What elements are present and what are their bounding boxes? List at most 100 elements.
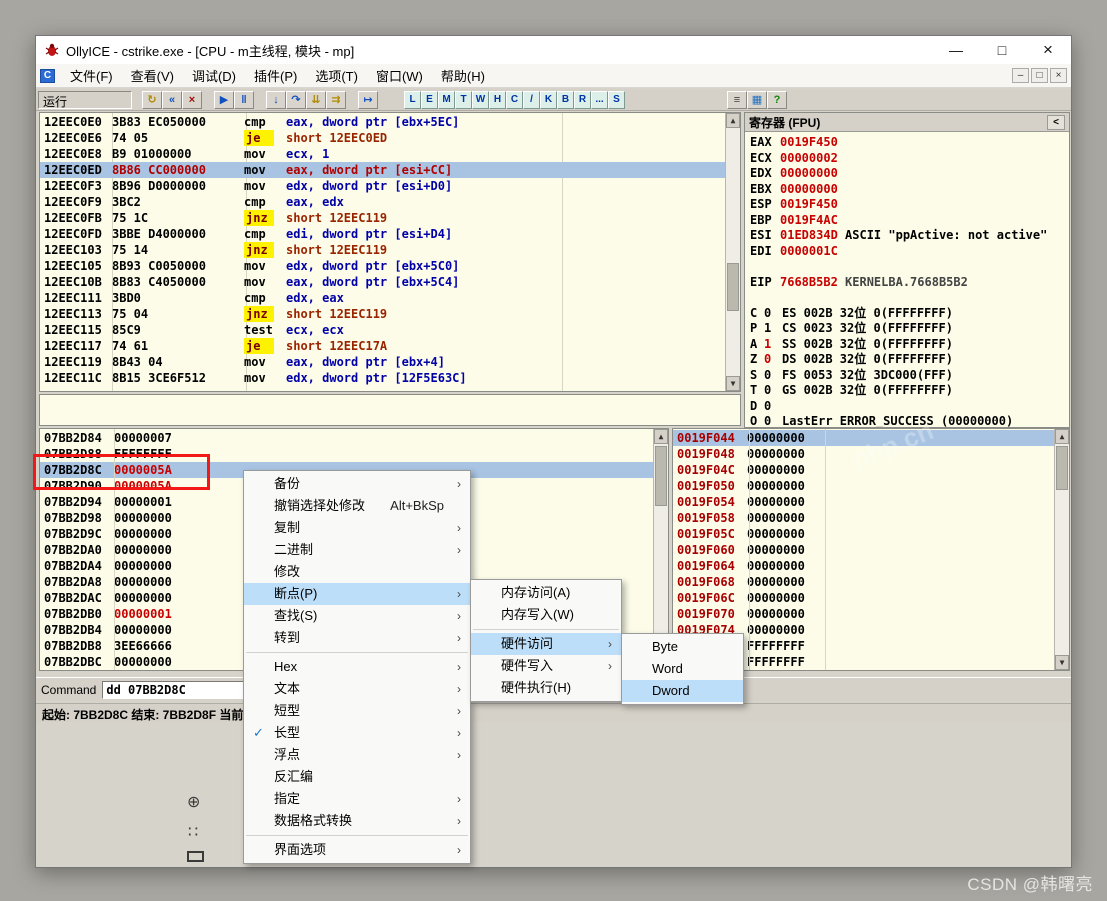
- register-row[interactable]: ESI01ED834D ASCII "ppActive: not active": [750, 228, 1064, 244]
- disasm-row[interactable]: 12EEC0FB75 1Cjnzshort 12EEC119: [40, 210, 740, 226]
- stack-scrollbar[interactable]: ▲ ▼: [1054, 429, 1069, 670]
- disasm-row[interactable]: 12EEC0E8B9 01000000movecx, 1: [40, 146, 740, 162]
- breakpoint-menu-item[interactable]: 内存写入(W): [471, 604, 621, 626]
- hardware-menu-item[interactable]: Word: [622, 658, 743, 680]
- rectangle-tool-icon[interactable]: [187, 851, 204, 862]
- register-row[interactable]: EBP0019F4AC: [750, 213, 1064, 229]
- disasm-row[interactable]: 12EEC0E674 05jeshort 12EEC0ED: [40, 130, 740, 146]
- mdi-minimize-button[interactable]: –: [1012, 68, 1029, 83]
- toolbar-r-button[interactable]: R: [574, 91, 591, 109]
- menubar-item[interactable]: 选项(T): [306, 64, 367, 87]
- breakpoint-menu-item[interactable]: 内存访问(A): [471, 582, 621, 604]
- crosshair-icon[interactable]: ⊕: [187, 792, 200, 812]
- help-icon[interactable]: ?: [767, 91, 787, 109]
- breakpoint-menu-item[interactable]: 硬件访问›: [471, 633, 621, 655]
- scroll-up-icon[interactable]: ▲: [654, 429, 668, 444]
- pause-icon[interactable]: ‖: [234, 91, 254, 109]
- execute-till-return-icon[interactable]: ↦: [358, 91, 378, 109]
- stack-row[interactable]: 0019F05000000000: [673, 478, 1069, 494]
- dump-row[interactable]: 07BB2D8400000007: [40, 430, 668, 446]
- register-row[interactable]: ESP0019F450: [750, 197, 1064, 213]
- toolbar-m-button[interactable]: M: [438, 91, 455, 109]
- context-menu-item[interactable]: 复制›: [244, 517, 470, 539]
- mdi-restore-button[interactable]: □: [1031, 68, 1048, 83]
- play-icon[interactable]: ▶: [214, 91, 234, 109]
- disasm-row[interactable]: 12EEC0F38B96 D0000000movedx, dword ptr […: [40, 178, 740, 194]
- register-row[interactable]: EDI0000001C: [750, 244, 1064, 260]
- breakpoint-menu-item[interactable]: 硬件写入›: [471, 655, 621, 677]
- flag-row[interactable]: C0ES 002B 32位 0(FFFFFFFF): [750, 306, 1064, 322]
- disasm-row[interactable]: 12EEC1113BD0cmpedx, eax: [40, 290, 740, 306]
- context-menu-item[interactable]: 反汇编: [244, 766, 470, 788]
- title-bar[interactable]: OllyICE - cstrike.exe - [CPU - m主线程, 模块 …: [36, 36, 1071, 64]
- stack-row[interactable]: 0019F06C00000000: [673, 590, 1069, 606]
- menubar-item[interactable]: 调试(D): [183, 64, 245, 87]
- toolbar-s-button[interactable]: S: [608, 91, 625, 109]
- context-menu-item[interactable]: 断点(P)›: [244, 583, 470, 605]
- toolbar-runtrace-button[interactable]: ...: [591, 91, 608, 109]
- context-menu-item[interactable]: 撤销选择处修改Alt+BkSp: [244, 495, 470, 517]
- register-row[interactable]: ECX00000002: [750, 151, 1064, 167]
- hardware-menu-item[interactable]: Byte: [622, 636, 743, 658]
- context-menu-item[interactable]: 二进制›: [244, 539, 470, 561]
- close-button[interactable]: ×: [1025, 40, 1071, 60]
- context-menu-item[interactable]: 转到›: [244, 627, 470, 649]
- toolbar-e-button[interactable]: E: [421, 91, 438, 109]
- appearance-icon[interactable]: ▦: [747, 91, 767, 109]
- registers-pane[interactable]: 寄存器 (FPU) < EAX0019F450ECX00000002EDX000…: [744, 112, 1070, 428]
- disasm-row[interactable]: 12EEC0FD3BBE D4000000cmpedi, dword ptr […: [40, 226, 740, 242]
- menubar-item[interactable]: 帮助(H): [432, 64, 494, 87]
- flag-row[interactable]: S0FS 0053 32位 3DC000(FFF): [750, 368, 1064, 384]
- flag-row[interactable]: T0GS 002B 32位 0(FFFFFFFF): [750, 383, 1064, 399]
- animate-over-icon[interactable]: ⇉: [326, 91, 346, 109]
- context-menu-item[interactable]: 界面选项›: [244, 839, 470, 861]
- menubar-item[interactable]: 插件(P): [245, 64, 306, 87]
- menubar-item[interactable]: 查看(V): [122, 64, 183, 87]
- disasm-row[interactable]: 12EEC1058B93 C0050000movedx, dword ptr […: [40, 258, 740, 274]
- stack-row[interactable]: 0019F06000000000: [673, 542, 1069, 558]
- context-menu-item[interactable]: Hex›: [244, 656, 470, 678]
- disasm-row[interactable]: 12EEC1198B43 04moveax, dword ptr [ebx+4]: [40, 354, 740, 370]
- context-menu-item[interactable]: 文本›: [244, 678, 470, 700]
- context-menu-item[interactable]: 修改: [244, 561, 470, 583]
- scroll-down-icon[interactable]: ▼: [1055, 655, 1069, 670]
- toolbar-b-button[interactable]: B: [557, 91, 574, 109]
- flag-row[interactable]: P1CS 0023 32位 0(FFFFFFFF): [750, 321, 1064, 337]
- stack-row[interactable]: 0019F05800000000: [673, 510, 1069, 526]
- context-menu-item[interactable]: 数据格式转换›: [244, 810, 470, 832]
- disasm-row[interactable]: 12EEC11774 61jeshort 12EEC17A: [40, 338, 740, 354]
- context-menu-item[interactable]: 查找(S)›: [244, 605, 470, 627]
- flag-row[interactable]: D0: [750, 399, 1064, 415]
- disasm-row[interactable]: 12EEC11C8B15 3CE6F512movedx, dword ptr […: [40, 370, 740, 386]
- disasm-row[interactable]: 12EEC0F93BC2cmpeax, edx: [40, 194, 740, 210]
- registers-collapse-button[interactable]: <: [1047, 115, 1065, 130]
- mdi-close-button[interactable]: ×: [1050, 68, 1067, 83]
- animate-into-icon[interactable]: ⇊: [306, 91, 326, 109]
- maximize-button[interactable]: □: [979, 42, 1025, 58]
- context-menu-item[interactable]: ✓长型›: [244, 722, 470, 744]
- restart-icon[interactable]: ↻: [142, 91, 162, 109]
- context-menu-item[interactable]: 短型›: [244, 700, 470, 722]
- context-menu-item[interactable]: 指定›: [244, 788, 470, 810]
- toolbar-t-button[interactable]: T: [455, 91, 472, 109]
- info-pane[interactable]: [39, 394, 741, 426]
- disasm-row[interactable]: 12EEC10B8B83 C4050000moveax, dword ptr […: [40, 274, 740, 290]
- stack-row[interactable]: 0019F06800000000: [673, 574, 1069, 590]
- stack-row[interactable]: 0019F07000000000: [673, 606, 1069, 622]
- register-row[interactable]: EBX00000000: [750, 182, 1064, 198]
- toolbar-l-button[interactable]: L: [404, 91, 421, 109]
- flag-row[interactable]: Z0DS 002B 32位 0(FFFFFFFF): [750, 352, 1064, 368]
- close-program-icon[interactable]: ×: [182, 91, 202, 109]
- step-into-icon[interactable]: ↓: [266, 91, 286, 109]
- menubar-item[interactable]: 文件(F): [61, 64, 122, 87]
- disassembly-pane[interactable]: 12EEC0E03B83 EC050000cmpeax, dword ptr […: [39, 112, 741, 392]
- log-list-icon[interactable]: ≡: [727, 91, 747, 109]
- toolbar-w-button[interactable]: W: [472, 91, 489, 109]
- scroll-thumb[interactable]: [1056, 446, 1068, 490]
- scroll-thumb[interactable]: [727, 263, 739, 311]
- disasm-row[interactable]: 12EEC11375 04jnzshort 12EEC119: [40, 306, 740, 322]
- disasm-row[interactable]: 12EEC0ED8B86 CC000000moveax, dword ptr […: [40, 162, 740, 178]
- stack-row[interactable]: 0019F05C00000000: [673, 526, 1069, 542]
- scroll-down-icon[interactable]: ▼: [726, 376, 740, 391]
- disasm-row[interactable]: 12EEC11585C9testecx, ecx: [40, 322, 740, 338]
